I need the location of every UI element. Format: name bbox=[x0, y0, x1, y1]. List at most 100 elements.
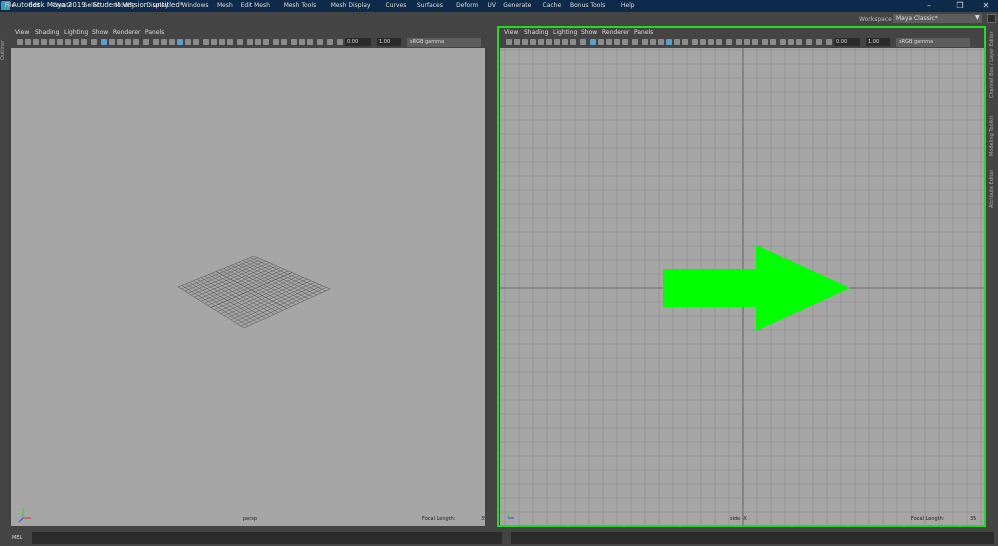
toolbar-icon[interactable] bbox=[530, 39, 536, 45]
panel-menu-shading[interactable]: Shading bbox=[35, 29, 59, 36]
menu-deform[interactable]: Deform bbox=[456, 2, 478, 9]
toolbar-icon[interactable] bbox=[826, 39, 832, 45]
toolbar-icon[interactable] bbox=[169, 39, 175, 45]
lock-icon[interactable] bbox=[987, 14, 996, 23]
panel-menu-renderer[interactable]: Renderer bbox=[113, 29, 140, 36]
toolbar-icon[interactable] bbox=[57, 39, 63, 45]
menu-modify[interactable]: Modify bbox=[115, 2, 135, 9]
toolbar-icon[interactable] bbox=[650, 39, 656, 45]
toolbar-icon[interactable] bbox=[562, 39, 568, 45]
toolbar-icon[interactable] bbox=[606, 39, 612, 45]
toolbar-icon[interactable] bbox=[91, 39, 97, 45]
panel-menu-view[interactable]: View bbox=[15, 29, 29, 36]
toolbar-icon[interactable] bbox=[109, 39, 115, 45]
color-space-select[interactable]: sRGB gamma bbox=[407, 38, 481, 47]
toolbar-icon[interactable] bbox=[726, 39, 732, 45]
workspace-select[interactable]: Maya Classic* bbox=[893, 14, 982, 23]
toolbar-icon[interactable] bbox=[780, 39, 786, 45]
toolbar-icon[interactable] bbox=[337, 39, 343, 45]
exposure-field[interactable]: 0.00 bbox=[345, 38, 371, 46]
toolbar-icon[interactable] bbox=[762, 39, 768, 45]
toolbar-icon[interactable] bbox=[700, 39, 706, 45]
toolbar-icon[interactable] bbox=[692, 39, 698, 45]
panel-menu-shading[interactable]: Shading bbox=[524, 29, 548, 36]
toolbar-icon[interactable] bbox=[263, 39, 269, 45]
toolbar-icon[interactable] bbox=[237, 39, 243, 45]
toolbar-icon[interactable] bbox=[65, 39, 71, 45]
menu-uv[interactable]: UV bbox=[488, 2, 497, 9]
toolbar-icon[interactable] bbox=[570, 39, 576, 45]
gamma-field[interactable]: 1.00 bbox=[866, 38, 890, 46]
toolbar-icon[interactable] bbox=[227, 39, 233, 45]
toolbar-icon[interactable] bbox=[81, 39, 87, 45]
minimize-icon[interactable]: – bbox=[918, 0, 940, 12]
mel-label[interactable]: MEL bbox=[12, 535, 22, 541]
toolbar-icon[interactable] bbox=[273, 39, 279, 45]
menu-mesh-display[interactable]: Mesh Display bbox=[331, 2, 371, 9]
toolbar-icon[interactable] bbox=[193, 39, 199, 45]
toolbar-icon[interactable] bbox=[642, 39, 648, 45]
toolbar-icon[interactable] bbox=[327, 39, 333, 45]
toolbar-icon[interactable] bbox=[632, 39, 638, 45]
toolbar-icon[interactable] bbox=[25, 39, 31, 45]
toolbar-icon[interactable] bbox=[816, 39, 822, 45]
toolbar-icon[interactable] bbox=[658, 39, 664, 45]
toolbar-icon[interactable] bbox=[161, 39, 167, 45]
toolbar-icon[interactable] bbox=[117, 39, 123, 45]
menu-bonus-tools[interactable]: Bonus Tools bbox=[570, 2, 605, 9]
toolbar-icon[interactable] bbox=[73, 39, 79, 45]
panel-menu-show[interactable]: Show bbox=[92, 29, 108, 36]
menu-select[interactable]: Select bbox=[84, 2, 103, 9]
outliner-tab[interactable]: Outliner bbox=[0, 30, 10, 60]
toolbar-icon[interactable] bbox=[788, 39, 794, 45]
toolbar-icon[interactable] bbox=[203, 39, 209, 45]
toolbar-icon[interactable] bbox=[211, 39, 217, 45]
toolbar-icon[interactable] bbox=[514, 39, 520, 45]
menu-mesh[interactable]: Mesh bbox=[217, 2, 233, 9]
toolbar-icon[interactable] bbox=[219, 39, 225, 45]
attribute-editor-tab[interactable]: Attribute Editor bbox=[989, 166, 995, 208]
toolbar-icon[interactable] bbox=[522, 39, 528, 45]
panel-menu-lighting[interactable]: Lighting bbox=[64, 29, 88, 36]
toolbar-icon[interactable] bbox=[666, 39, 672, 45]
color-space-select[interactable]: sRGB gamma bbox=[896, 38, 970, 47]
menu-curves[interactable]: Curves bbox=[386, 2, 407, 9]
toolbar-icon[interactable] bbox=[716, 39, 722, 45]
menu-display[interactable]: Display bbox=[146, 2, 168, 9]
toolbar-icon[interactable] bbox=[622, 39, 628, 45]
channel-box-tab[interactable]: Channel Box / Layer Editor bbox=[989, 28, 995, 98]
toolbar-icon[interactable] bbox=[49, 39, 55, 45]
toolbar-icon[interactable] bbox=[255, 39, 261, 45]
toolbar-icon[interactable] bbox=[580, 39, 586, 45]
mel-command-input[interactable] bbox=[32, 532, 502, 544]
toolbar-icon[interactable] bbox=[153, 39, 159, 45]
panel-menu-panels[interactable]: Panels bbox=[634, 29, 653, 36]
toolbar-icon[interactable] bbox=[101, 39, 107, 45]
toolbar-icon[interactable] bbox=[177, 39, 183, 45]
menu-windows[interactable]: Windows bbox=[182, 2, 209, 9]
toolbar-icon[interactable] bbox=[185, 39, 191, 45]
close-icon[interactable]: ✕ bbox=[975, 0, 997, 12]
toolbar-icon[interactable] bbox=[291, 39, 297, 45]
panel-menu-show[interactable]: Show bbox=[581, 29, 597, 36]
toolbar-icon[interactable] bbox=[546, 39, 552, 45]
toolbar-icon[interactable] bbox=[538, 39, 544, 45]
toolbar-icon[interactable] bbox=[674, 39, 680, 45]
toolbar-icon[interactable] bbox=[770, 39, 776, 45]
toolbar-icon[interactable] bbox=[133, 39, 139, 45]
menu-edit[interactable]: Edit bbox=[29, 2, 41, 9]
toolbar-icon[interactable] bbox=[41, 39, 47, 45]
toolbar-icon[interactable] bbox=[752, 39, 758, 45]
toolbar-icon[interactable] bbox=[17, 39, 23, 45]
panel-menu-view[interactable]: View bbox=[504, 29, 518, 36]
menu-create[interactable]: Create bbox=[52, 2, 72, 9]
toolbar-icon[interactable] bbox=[682, 39, 688, 45]
toolbar-icon[interactable] bbox=[554, 39, 560, 45]
menu-edit-mesh[interactable]: Edit Mesh bbox=[241, 2, 270, 9]
persp-viewport[interactable]: persp Focal Length: 35 bbox=[11, 48, 485, 526]
gamma-field[interactable]: 1.00 bbox=[377, 38, 401, 46]
toolbar-icon[interactable] bbox=[317, 39, 323, 45]
toolbar-icon[interactable] bbox=[247, 39, 253, 45]
menu-surfaces[interactable]: Surfaces bbox=[417, 2, 443, 9]
toolbar-icon[interactable] bbox=[598, 39, 604, 45]
